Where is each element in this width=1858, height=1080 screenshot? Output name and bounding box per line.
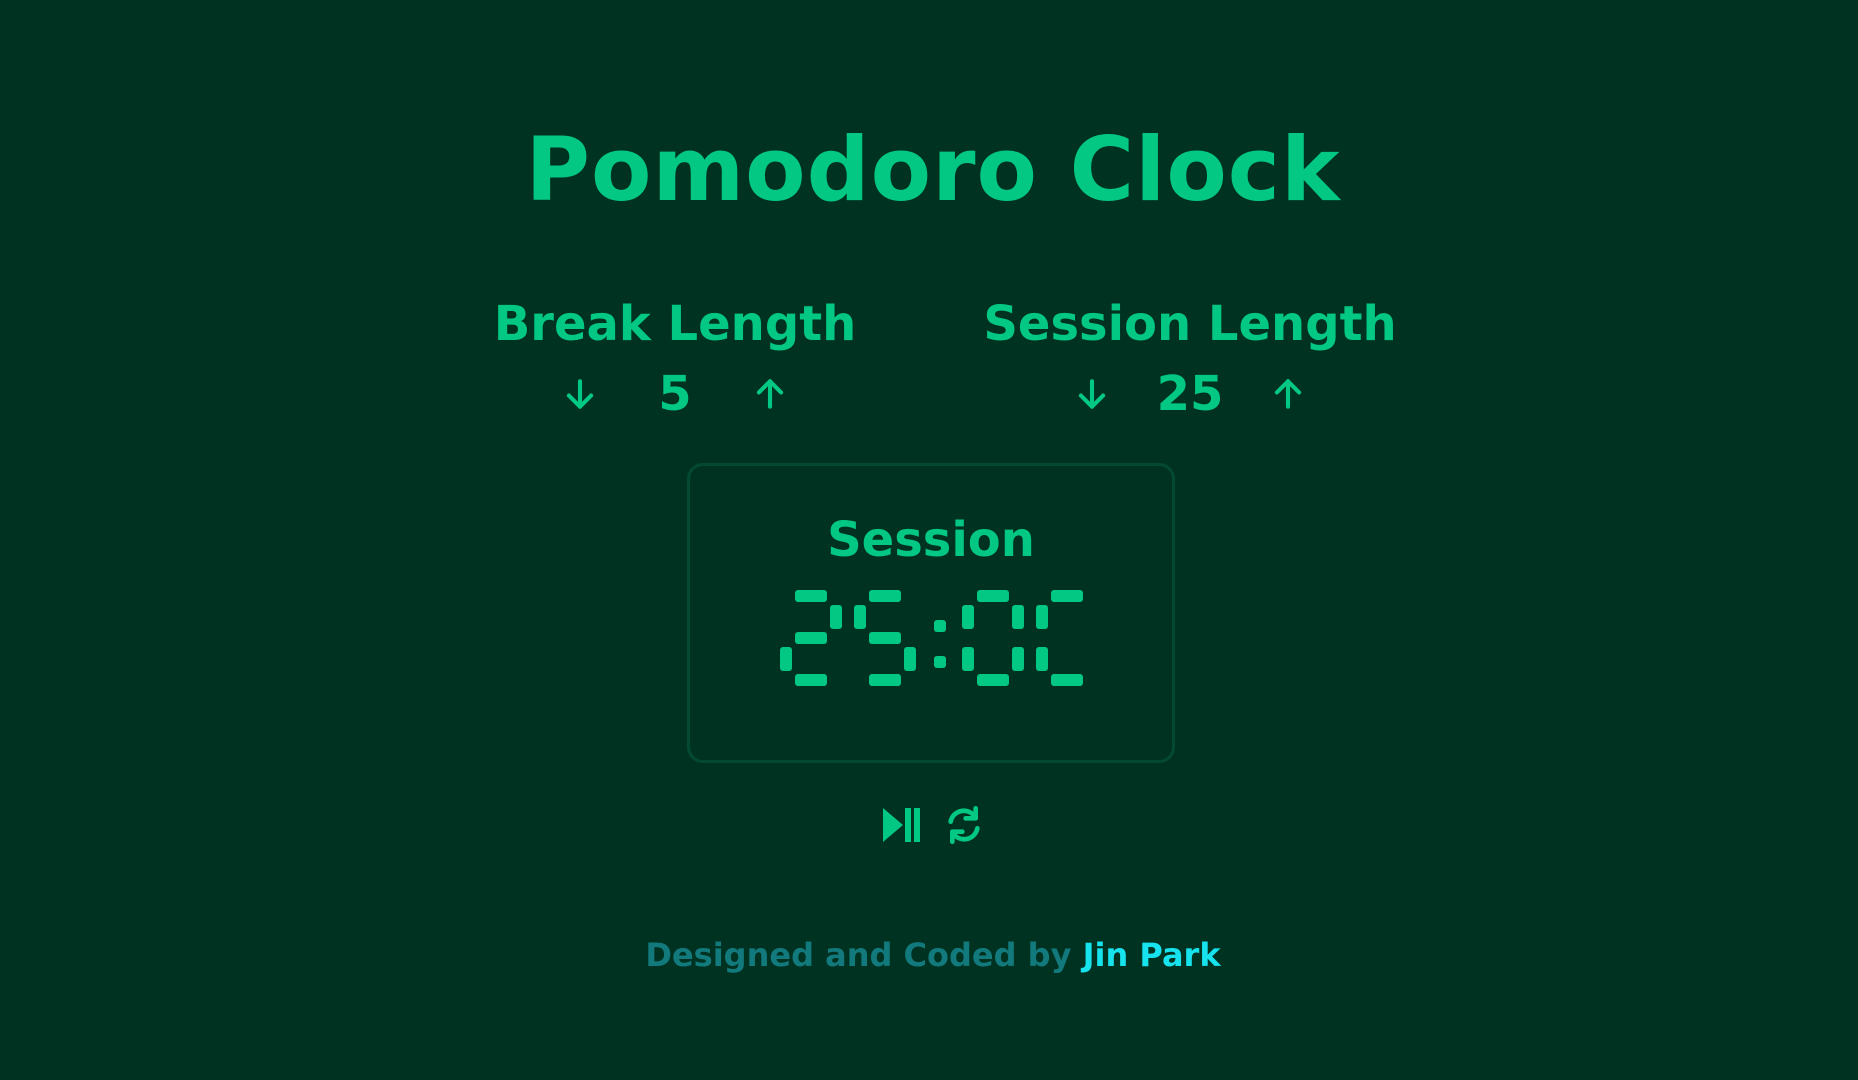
session-length-controls: 25 <box>980 366 1400 422</box>
digit-segment <box>1012 605 1024 629</box>
reset-button[interactable] <box>942 803 986 847</box>
digit-segment <box>1012 647 1024 671</box>
colon-dot <box>934 620 946 632</box>
session-length-setting: Session Length 25 <box>980 296 1400 422</box>
digit-segment <box>795 674 827 686</box>
break-length-setting: Break Length 5 <box>470 296 880 422</box>
digit-segment <box>830 605 842 629</box>
colon-dot <box>934 656 946 668</box>
digit-segment <box>977 590 1009 602</box>
refresh-icon <box>948 806 980 844</box>
digit-segment <box>795 590 827 602</box>
arrow-up-icon <box>756 379 784 409</box>
digit-segment <box>869 632 901 644</box>
break-increment-button[interactable] <box>745 369 795 419</box>
digit-segment <box>962 647 974 671</box>
digit-segment <box>869 590 901 602</box>
timer-actions <box>0 803 1858 847</box>
break-length-label: Break Length <box>493 296 857 352</box>
timer-colon <box>934 620 946 668</box>
session-length-value: 25 <box>1156 366 1224 422</box>
digit-segment <box>1036 647 1048 671</box>
session-decrement-button[interactable] <box>1067 369 1117 419</box>
digit-segment <box>869 674 901 686</box>
pomodoro-app: Pomodoro Clock Break Length 5 Session Le… <box>0 0 1858 1080</box>
digit-segment <box>1051 590 1083 602</box>
timer-digit <box>780 590 842 686</box>
break-length-value: 5 <box>658 366 692 422</box>
play-pause-icon <box>883 808 920 842</box>
timer-digit <box>1036 590 1083 686</box>
arrow-down-icon <box>566 379 594 409</box>
digit-segment <box>1036 605 1048 629</box>
timer-time <box>780 590 1083 686</box>
timer-display <box>690 586 1172 690</box>
timer-digit <box>854 590 916 686</box>
break-length-controls: 5 <box>470 366 880 422</box>
digit-segment <box>977 674 1009 686</box>
footer-credit: Designed and Coded by Jin Park <box>0 936 1858 974</box>
timer-panel: Session <box>687 463 1175 763</box>
page-title: Pomodoro Clock <box>525 118 1341 221</box>
digit-segment <box>1051 674 1083 686</box>
play-pause-button[interactable] <box>880 803 924 847</box>
digit-segment <box>904 647 916 671</box>
author-link[interactable]: Jin Park <box>1083 936 1221 974</box>
arrow-down-icon <box>1078 379 1105 409</box>
digit-segment <box>795 632 827 644</box>
session-length-label: Session Length <box>983 296 1397 352</box>
session-increment-button[interactable] <box>1263 369 1313 419</box>
digit-segment <box>854 605 866 629</box>
digit-segment <box>780 647 792 671</box>
break-decrement-button[interactable] <box>555 369 605 419</box>
digit-segment <box>962 605 974 629</box>
arrow-up-icon <box>1275 379 1302 409</box>
timer-label: Session <box>827 512 1035 568</box>
timer-digit <box>962 590 1024 686</box>
footer-text: Designed and Coded by <box>645 936 1083 974</box>
